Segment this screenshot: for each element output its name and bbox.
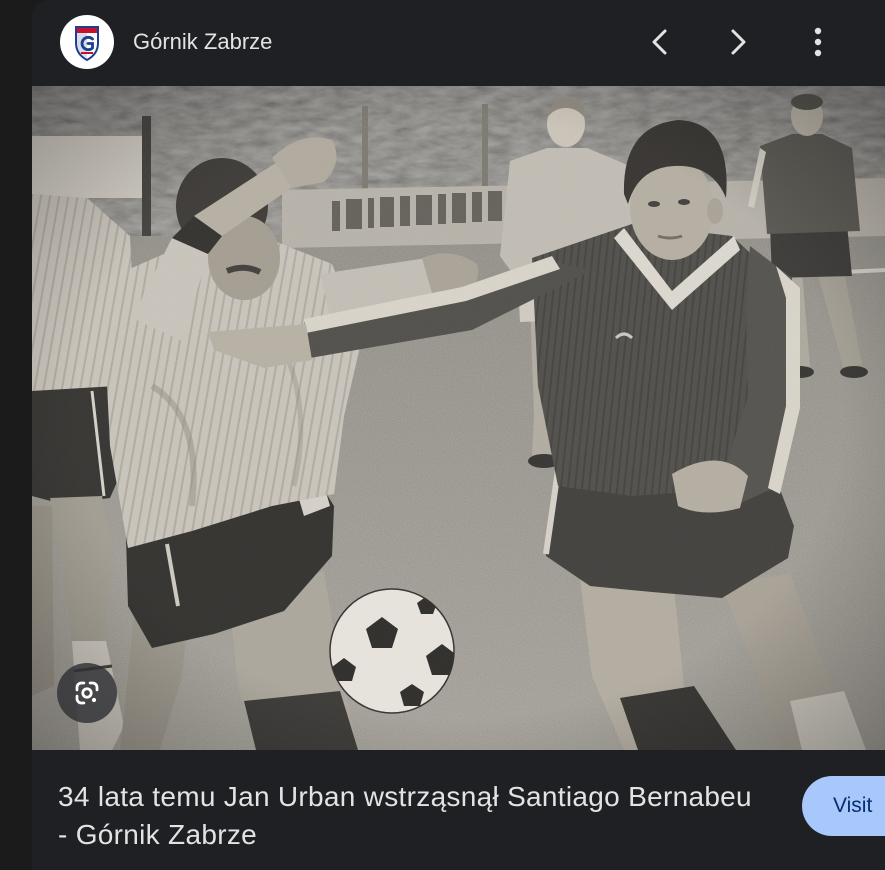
- source-name: Górnik Zabrze: [133, 29, 273, 54]
- result-title-link[interactable]: 34 lata temu Jan Urban wstrząsnął Santia…: [58, 778, 793, 854]
- crest-graphic: [75, 26, 99, 62]
- result-title-line: - Górnik Zabrze: [58, 819, 257, 850]
- preview-image[interactable]: [32, 86, 885, 750]
- football-photo: [32, 86, 885, 750]
- image-preview-panel: Górnik Zabrze 34 lata temu Jan Urban wst…: [32, 0, 885, 870]
- vignette: [32, 86, 885, 750]
- source-link[interactable]: Górnik Zabrze: [32, 0, 352, 86]
- next-image-button[interactable]: [718, 22, 758, 62]
- visit-button-label: Visit: [833, 794, 873, 817]
- result-title-line: 34 lata temu Jan Urban wstrząsnął Santia…: [58, 781, 752, 812]
- google-lens-button[interactable]: [57, 663, 117, 723]
- google-lens-icon: [75, 681, 99, 705]
- previous-image-button[interactable]: [640, 22, 680, 62]
- crest-top-band: [77, 28, 97, 33]
- more-options-button[interactable]: [798, 22, 838, 62]
- chevron-right-icon: [731, 29, 746, 55]
- more-vert-icon: [814, 27, 822, 57]
- gornik-zabrze-crest-icon: [60, 15, 114, 69]
- source-header: Górnik Zabrze: [32, 0, 885, 86]
- visit-button[interactable]: Visit: [802, 776, 885, 836]
- chevron-left-icon: [652, 29, 667, 55]
